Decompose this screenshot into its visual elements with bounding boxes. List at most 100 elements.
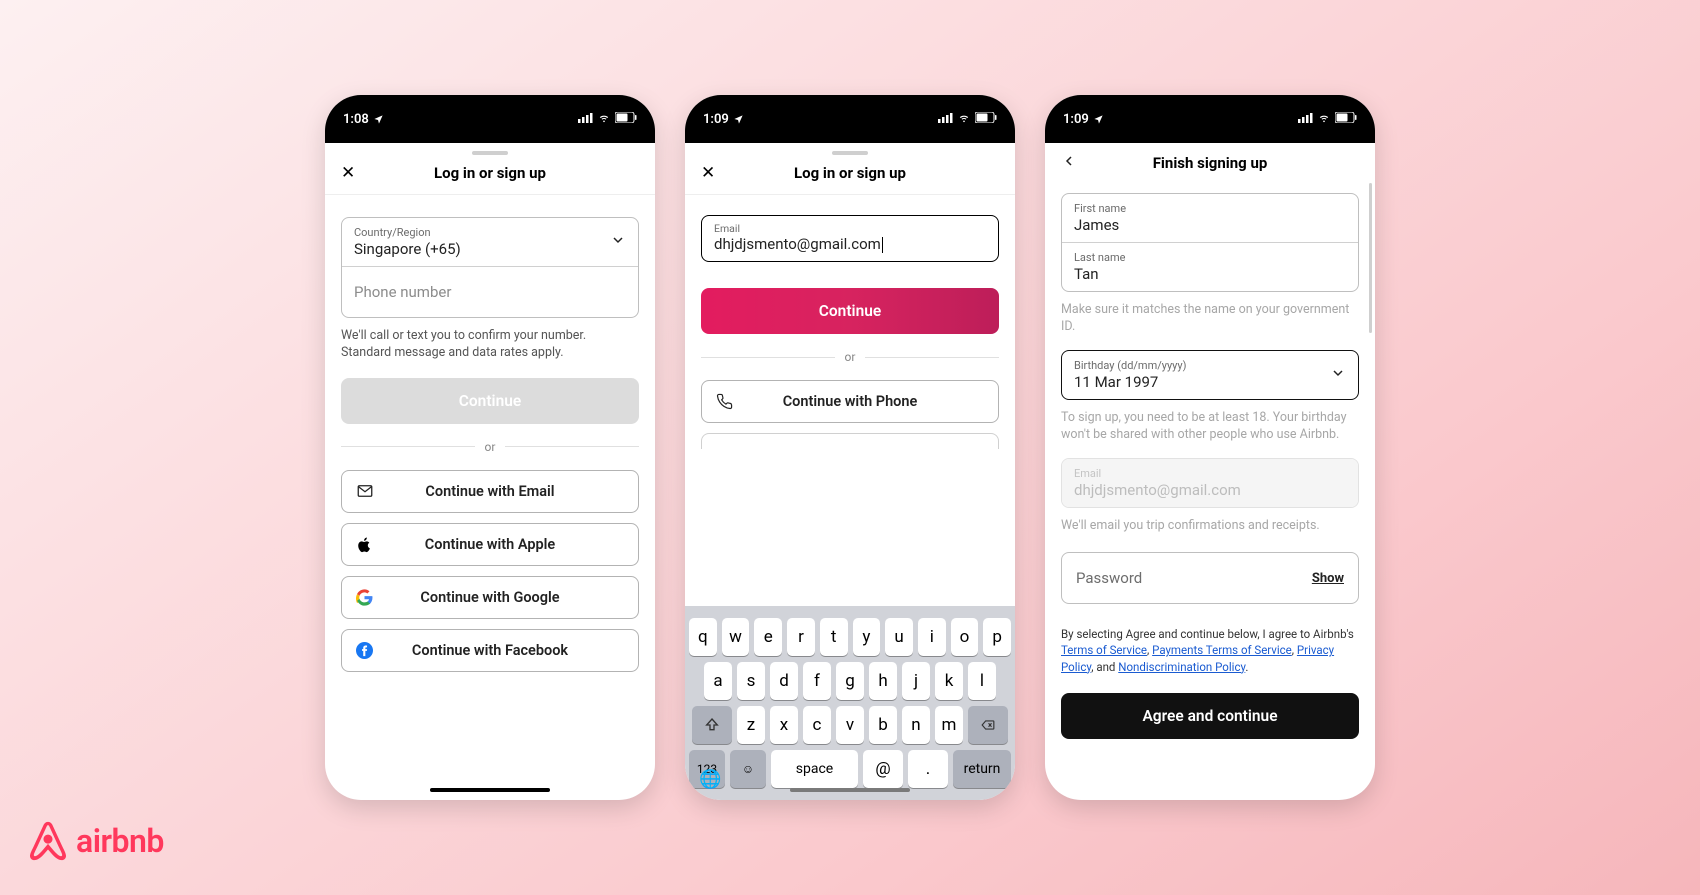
country-select[interactable]: Country/Region Singapore (+65) [342, 218, 638, 266]
key-q[interactable]: q [689, 618, 717, 656]
key-y[interactable]: y [853, 618, 881, 656]
status-bar: 1:09 [1045, 95, 1375, 143]
signal-icon [578, 112, 593, 127]
status-bar: 1:09 [685, 95, 1015, 143]
brand-logo: airbnb [30, 821, 164, 861]
key-v[interactable]: v [836, 706, 864, 744]
chevron-down-icon [1330, 365, 1346, 385]
continue-apple-button[interactable]: Continue with Apple [341, 523, 639, 566]
agree-continue-button[interactable]: Agree and continue [1061, 693, 1359, 739]
continue-button[interactable]: Continue [701, 288, 999, 334]
key-e[interactable]: e [754, 618, 782, 656]
dot-key[interactable]: . [908, 750, 948, 788]
key-k[interactable]: k [935, 662, 963, 700]
key-r[interactable]: r [787, 618, 815, 656]
phone-placeholder: Phone number [354, 283, 626, 301]
key-p[interactable]: p [983, 618, 1011, 656]
airbnb-logo-icon [30, 821, 66, 861]
key-x[interactable]: x [770, 706, 798, 744]
password-input[interactable]: Password Show [1061, 552, 1359, 604]
close-icon[interactable]: ✕ [341, 163, 355, 183]
signal-icon [938, 112, 953, 127]
modal-header: ✕ Log in or sign up [325, 159, 655, 195]
facebook-icon [356, 642, 373, 659]
keyboard[interactable]: qwertyuiop asdfghjkl zxcvbnm 123 ☺ space… [685, 606, 1015, 800]
status-time: 1:09 [703, 112, 729, 127]
wifi-icon [1317, 112, 1331, 127]
or-divider: or [701, 350, 999, 364]
continue-facebook-button[interactable]: Continue with Facebook [341, 629, 639, 672]
key-z[interactable]: z [737, 706, 765, 744]
phone-input[interactable]: Phone number [342, 266, 638, 317]
tos-link[interactable]: Terms of Service [1061, 643, 1147, 657]
screen-finish-signup: 1:09 Finish signing up First name James … [1045, 95, 1375, 800]
key-a[interactable]: a [704, 662, 732, 700]
backspace-key[interactable] [968, 706, 1008, 744]
modal-header: ✕ Log in or sign up [685, 159, 1015, 195]
payments-tos-link[interactable]: Payments Terms of Service [1152, 643, 1292, 657]
key-o[interactable]: o [951, 618, 979, 656]
scrollbar[interactable] [1369, 183, 1372, 333]
phone-helper-text: We'll call or text you to confirm your n… [341, 328, 639, 362]
screen-phone-login: 1:08 ✕ Log in or sign up Country/Region … [325, 95, 655, 800]
key-j[interactable]: j [902, 662, 930, 700]
close-icon[interactable]: ✕ [701, 163, 715, 183]
globe-icon[interactable]: 🌐 [699, 769, 721, 790]
or-divider: or [341, 440, 639, 454]
space-key[interactable]: space [771, 750, 858, 788]
country-label: Country/Region [354, 226, 626, 239]
first-name-input[interactable]: First name James [1062, 194, 1358, 242]
legal-text: By selecting Agree and continue below, I… [1061, 626, 1359, 674]
key-t[interactable]: t [820, 618, 848, 656]
phone-icon [716, 393, 733, 410]
battery-icon [1335, 112, 1357, 127]
key-l[interactable]: l [968, 662, 996, 700]
last-name-input[interactable]: Last name Tan [1062, 242, 1358, 291]
key-g[interactable]: g [836, 662, 864, 700]
birthday-helper: To sign up, you need to be at least 18. … [1061, 410, 1359, 444]
continue-email-button[interactable]: Continue with Email [341, 470, 639, 513]
back-icon[interactable] [1061, 153, 1077, 174]
show-password-toggle[interactable]: Show [1312, 571, 1344, 586]
at-key[interactable]: @ [863, 750, 903, 788]
continue-phone-button[interactable]: Continue with Phone [701, 380, 999, 423]
key-n[interactable]: n [902, 706, 930, 744]
modal-title: Log in or sign up [794, 164, 906, 182]
email-input[interactable]: Email dhjdjsmento@gmail.com [701, 215, 999, 262]
sheet-handle[interactable] [832, 151, 868, 155]
continue-button[interactable]: Continue [341, 378, 639, 424]
key-b[interactable]: b [869, 706, 897, 744]
key-i[interactable]: i [918, 618, 946, 656]
email-helper: We'll email you trip confirmations and r… [1061, 518, 1359, 535]
home-indicator[interactable] [790, 788, 910, 792]
key-h[interactable]: h [869, 662, 897, 700]
birthday-input[interactable]: Birthday (dd/mm/yyyy) 11 Mar 1997 [1062, 351, 1358, 399]
battery-icon [975, 112, 997, 127]
modal-title: Log in or sign up [434, 164, 546, 182]
name-helper: Make sure it matches the name on your go… [1061, 302, 1359, 336]
sheet-handle[interactable] [472, 151, 508, 155]
home-indicator[interactable] [430, 788, 550, 792]
key-f[interactable]: f [803, 662, 831, 700]
google-icon [356, 589, 373, 606]
key-s[interactable]: s [737, 662, 765, 700]
return-key[interactable]: return [953, 750, 1011, 788]
key-c[interactable]: c [803, 706, 831, 744]
key-d[interactable]: d [770, 662, 798, 700]
location-icon [1093, 112, 1104, 127]
key-u[interactable]: u [885, 618, 913, 656]
status-bar: 1:08 [325, 95, 655, 143]
text-cursor [882, 237, 883, 253]
emoji-key[interactable]: ☺ [730, 750, 766, 788]
chevron-down-icon [610, 232, 626, 252]
wifi-icon [957, 112, 971, 127]
email-readonly: Email dhjdjsmento@gmail.com [1062, 459, 1358, 507]
apple-icon [356, 536, 373, 553]
key-m[interactable]: m [935, 706, 963, 744]
status-time: 1:09 [1063, 112, 1089, 127]
key-w[interactable]: w [722, 618, 750, 656]
signal-icon [1298, 112, 1313, 127]
nondiscrimination-link[interactable]: Nondiscrimination Policy [1118, 660, 1245, 674]
continue-google-button[interactable]: Continue with Google [341, 576, 639, 619]
shift-key[interactable] [692, 706, 732, 744]
